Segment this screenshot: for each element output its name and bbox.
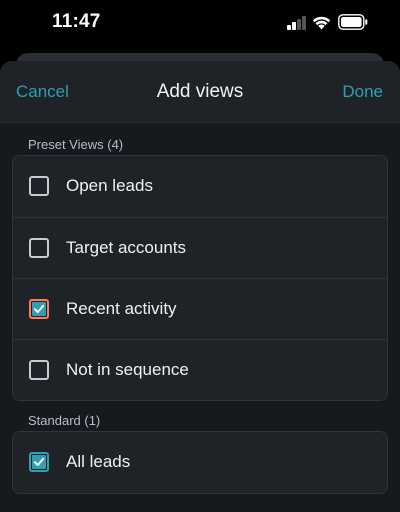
- done-button[interactable]: Done: [342, 82, 383, 102]
- view-row-not-in-sequence[interactable]: Not in sequence: [13, 339, 387, 400]
- standard-views-list: All leads: [12, 431, 388, 494]
- wifi-icon: [312, 16, 331, 30]
- recent-activity-checkbox[interactable]: [29, 299, 49, 319]
- status-time: 11:47: [52, 11, 101, 32]
- checkmark-icon: [33, 304, 45, 313]
- battery-icon: [338, 14, 368, 30]
- open-leads-checkbox[interactable]: [29, 176, 49, 196]
- view-label: Not in sequence: [66, 360, 189, 379]
- standard-section-label: Standard (1): [28, 413, 101, 428]
- view-label: Recent activity: [66, 299, 177, 318]
- view-label: Open leads: [66, 176, 153, 195]
- all-leads-checkbox[interactable]: [29, 452, 49, 472]
- status-bar: 11:47: [0, 0, 400, 50]
- checkmark-icon: [33, 457, 45, 466]
- view-row-target-accounts[interactable]: Target accounts: [13, 217, 387, 278]
- not-in-sequence-checkbox[interactable]: [29, 360, 49, 380]
- view-row-open-leads[interactable]: Open leads: [13, 156, 387, 217]
- preset-views-list: Open leads Target accounts Recent activi…: [12, 155, 388, 401]
- view-label: Target accounts: [66, 238, 187, 257]
- view-row-recent-activity[interactable]: Recent activity: [13, 278, 387, 339]
- target-accounts-checkbox[interactable]: [29, 238, 49, 258]
- cellular-signal-icon: [287, 16, 307, 30]
- preset-views-section-label: Preset Views (4): [28, 137, 124, 152]
- view-row-all-leads[interactable]: All leads: [13, 432, 387, 493]
- sheet-title: Add views: [156, 81, 244, 102]
- sheet-header: Cancel Add views Done: [0, 61, 400, 123]
- view-label: All leads: [66, 452, 131, 471]
